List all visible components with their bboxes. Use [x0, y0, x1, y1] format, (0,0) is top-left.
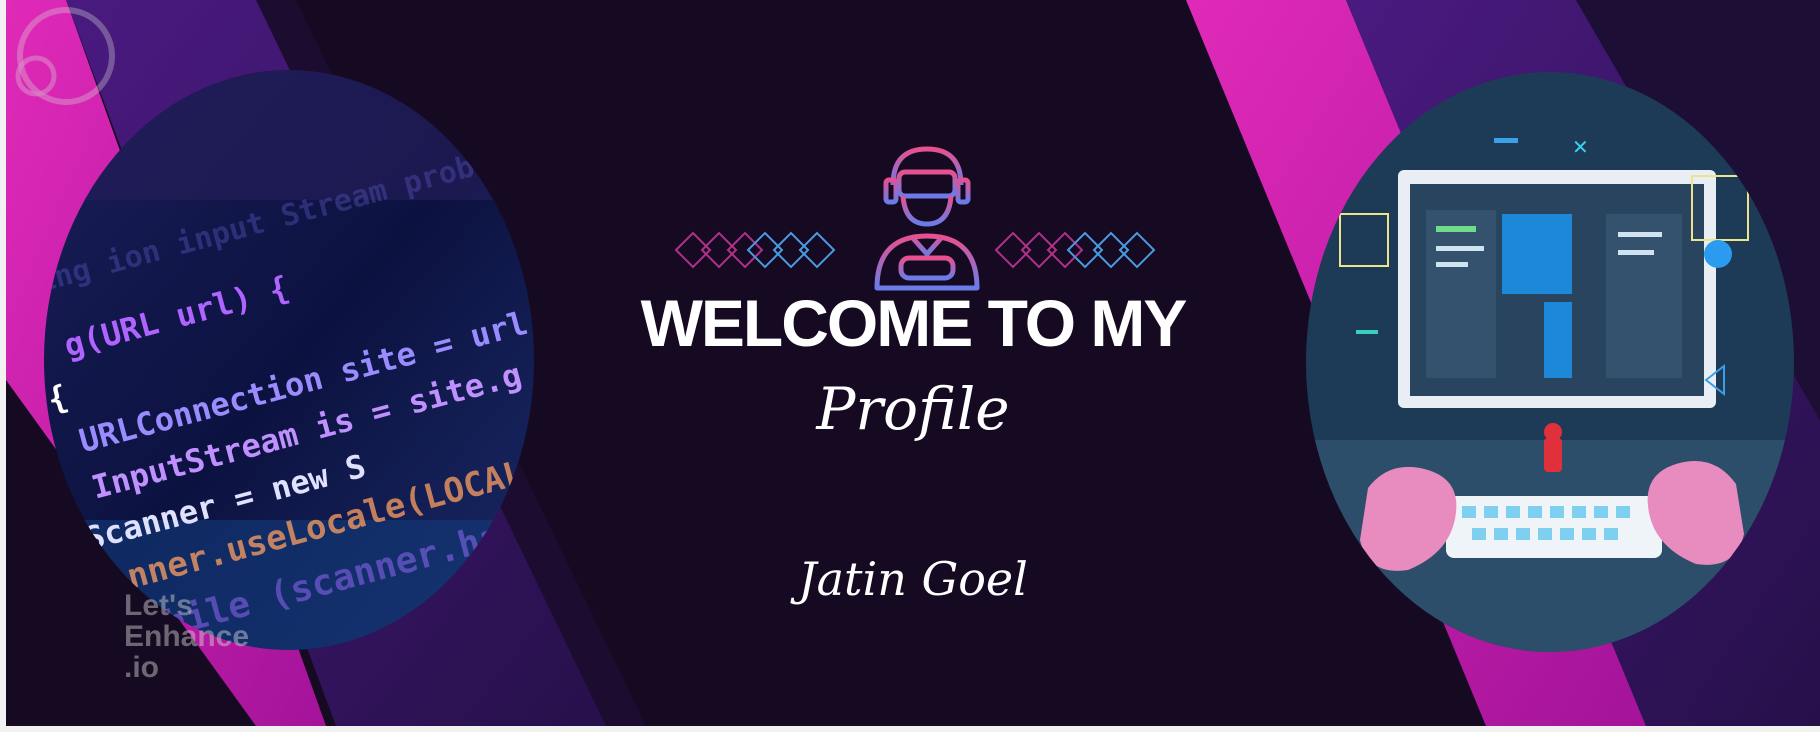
- profile-name: Jatin Goel: [798, 552, 1028, 606]
- profile-subheading: Profile: [816, 375, 1010, 443]
- watermark-text: Let's Enhance .io: [124, 589, 250, 684]
- watermark-logo: [15, 7, 115, 105]
- welcome-heading: WELCOME TO MY: [640, 286, 1188, 360]
- profile-banner: ing ion input Stream prob u g(URL url) {…: [6, 0, 1820, 726]
